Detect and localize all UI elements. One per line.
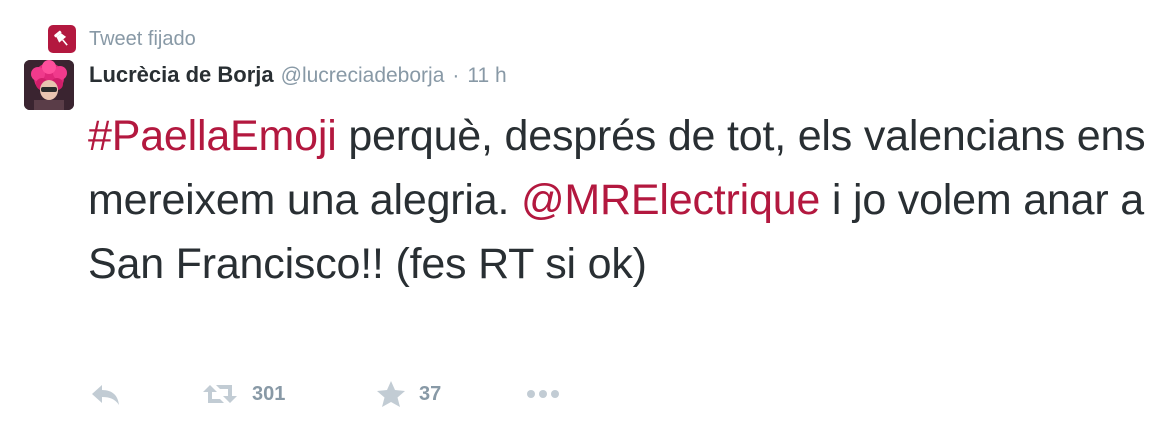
reply-icon — [88, 379, 124, 409]
favorite-button[interactable]: 37 — [375, 379, 523, 409]
mention-link[interactable]: @MRElectrique — [521, 176, 820, 224]
tweet-timestamp[interactable]: 11 h — [467, 64, 506, 88]
tweet-text: #PaellaEmoji perquè, després de tot, els… — [88, 104, 1148, 296]
pinned-label: Tweet fijado — [89, 28, 196, 50]
favorite-count: 37 — [419, 382, 442, 405]
retweet-count: 301 — [252, 382, 286, 405]
author-fullname[interactable]: Lucrècia de Borja — [89, 62, 274, 88]
header-separator: · — [452, 64, 460, 87]
tweet[interactable]: Tweet fijado Lucrècia de Borja @lucrecia… — [0, 0, 1171, 443]
author-username[interactable]: @lucreciadeborja — [281, 64, 445, 88]
avatar[interactable] — [24, 60, 74, 110]
tweet-header: Lucrècia de Borja @lucreciadeborja · 11 … — [89, 62, 507, 94]
pin-icon — [48, 25, 76, 53]
reply-button[interactable] — [88, 379, 200, 409]
hashtag-link[interactable]: #PaellaEmoji — [88, 112, 337, 160]
retweet-icon — [200, 379, 240, 409]
star-icon — [375, 379, 407, 409]
more-icon — [523, 379, 563, 409]
tweet-actions: 301 37 — [88, 376, 563, 412]
retweet-button[interactable]: 301 — [200, 379, 375, 409]
more-button[interactable] — [523, 379, 563, 409]
pinned-context: Tweet fijado — [48, 24, 196, 54]
